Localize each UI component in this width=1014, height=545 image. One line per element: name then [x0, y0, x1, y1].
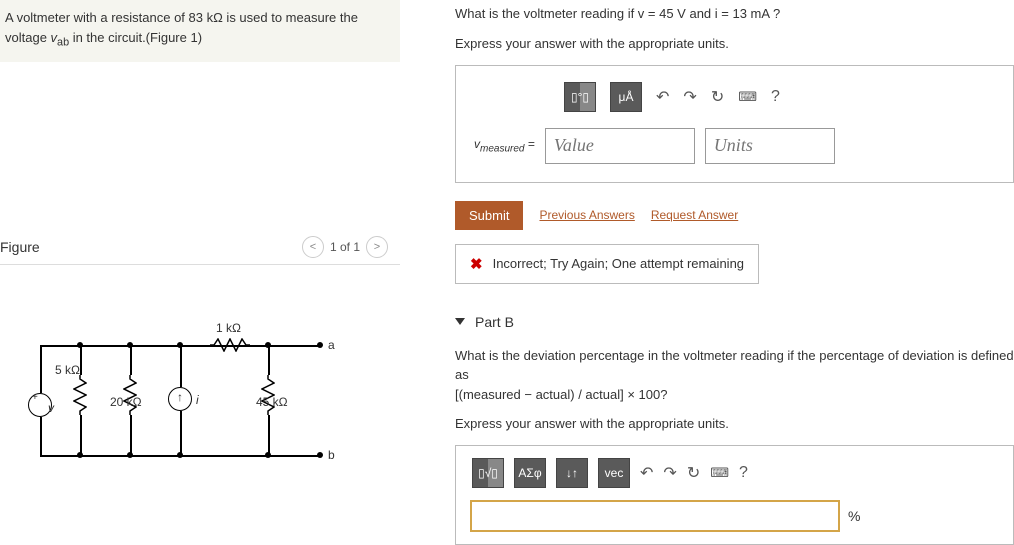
request-answer-link[interactable]: Request Answer	[651, 208, 738, 222]
percent-label: %	[848, 508, 860, 524]
help-icon[interactable]: ?	[771, 88, 780, 106]
part-a-input-row: vmeasured =	[474, 128, 995, 164]
previous-answers-link[interactable]: Previous Answers	[539, 208, 634, 222]
resistor-5k	[73, 375, 87, 415]
current-source: ↑	[168, 387, 192, 411]
part-b-answer-box: ▯√▯ ΑΣφ ↓↑ vec ↶ ↷ ↻ ⌨ ? %	[455, 445, 1014, 545]
templates-icon: ▯°▯	[571, 90, 589, 104]
undo-icon[interactable]: ↶	[656, 87, 669, 107]
greek-button[interactable]: ΑΣφ	[514, 458, 546, 488]
reset-icon-b[interactable]: ↻	[687, 463, 700, 483]
label-1k: 1 kΩ	[216, 321, 241, 335]
redo-icon[interactable]: ↷	[683, 87, 696, 107]
label-20k: 20 kΩ	[110, 395, 142, 409]
part-a-question: What is the voltmeter reading if v = 45 …	[455, 4, 1014, 24]
part-b-toolbar: ▯√▯ ΑΣφ ↓↑ vec ↶ ↷ ↻ ⌨ ?	[472, 458, 999, 488]
feedback-box: ✖ Incorrect; Try Again; One attempt rema…	[455, 244, 759, 284]
mu-icon: μÅ	[619, 90, 634, 104]
part-b-header[interactable]: Part B	[455, 314, 1014, 330]
keyboard-icon[interactable]: ⌨	[738, 89, 757, 105]
figure-prev-button[interactable]: <	[302, 236, 324, 258]
problem-statement: A voltmeter with a resistance of 83 kΩ i…	[0, 0, 400, 62]
reset-icon[interactable]: ↻	[711, 87, 724, 107]
vec-button[interactable]: vec	[598, 458, 630, 488]
circuit-schematic: + v 5 kΩ 20 kΩ ↑ i 1 kΩ	[10, 315, 390, 495]
templates-button[interactable]: ▯°▯	[564, 82, 596, 112]
submit-button[interactable]: Submit	[455, 201, 523, 230]
collapse-icon	[455, 318, 465, 325]
label-45k: 45 kΩ	[256, 395, 288, 409]
help-icon-b[interactable]: ?	[739, 464, 748, 482]
label-i: i	[196, 393, 199, 407]
redo-icon-b[interactable]: ↷	[663, 463, 676, 483]
label-v: v	[48, 401, 54, 415]
terminal-b: b	[328, 448, 335, 462]
units-input[interactable]	[705, 128, 835, 164]
part-b-label: Part B	[475, 314, 514, 330]
measured-var-label: vmeasured =	[474, 137, 535, 154]
templates-icon-b: ▯√▯	[478, 466, 498, 480]
superscript-button[interactable]: ↓↑	[556, 458, 588, 488]
value-input[interactable]	[545, 128, 695, 164]
resistor-1k	[210, 338, 250, 352]
part-b-instruction: Express your answer with the appropriate…	[455, 416, 1014, 431]
part-a-instruction: Express your answer with the appropriate…	[455, 36, 1014, 51]
part-a-answer-box: ▯°▯ μÅ ↶ ↷ ↻ ⌨ ? vmeasured =	[455, 65, 1014, 183]
keyboard-icon-b[interactable]: ⌨	[710, 465, 729, 481]
figure-nav: < 1 of 1 >	[302, 236, 388, 258]
part-a-toolbar: ▯°▯ μÅ ↶ ↷ ↻ ⌨ ?	[564, 82, 995, 112]
vec-icon: vec	[605, 466, 624, 480]
incorrect-icon: ✖	[470, 255, 483, 273]
figure-title: Figure	[0, 239, 40, 255]
problem-text-post: in the circuit.(Figure 1)	[69, 30, 202, 45]
figure-next-button[interactable]: >	[366, 236, 388, 258]
feedback-text: Incorrect; Try Again; One attempt remain…	[493, 256, 744, 271]
label-5k: 5 kΩ	[55, 363, 80, 377]
templates-button-b[interactable]: ▯√▯	[472, 458, 504, 488]
part-b-value-input[interactable]	[470, 500, 840, 532]
problem-sub: ab	[57, 36, 69, 48]
part-b-formula: [(measured − actual) / actual] × 100?	[455, 387, 667, 402]
terminal-a: a	[328, 338, 335, 352]
figure-nav-count: 1 of 1	[330, 240, 360, 254]
part-b-question: What is the deviation percentage in the …	[455, 346, 1014, 405]
part-a-submit-row: Submit Previous Answers Request Answer	[455, 201, 1014, 230]
updown-icon: ↓↑	[566, 466, 578, 480]
part-b-question-pre: What is the deviation percentage in the …	[455, 348, 1014, 383]
greek-icon: ΑΣφ	[518, 466, 541, 480]
undo-icon-b[interactable]: ↶	[640, 463, 653, 483]
figure-header: Figure < 1 of 1 >	[0, 232, 400, 265]
units-mu-button[interactable]: μÅ	[610, 82, 642, 112]
